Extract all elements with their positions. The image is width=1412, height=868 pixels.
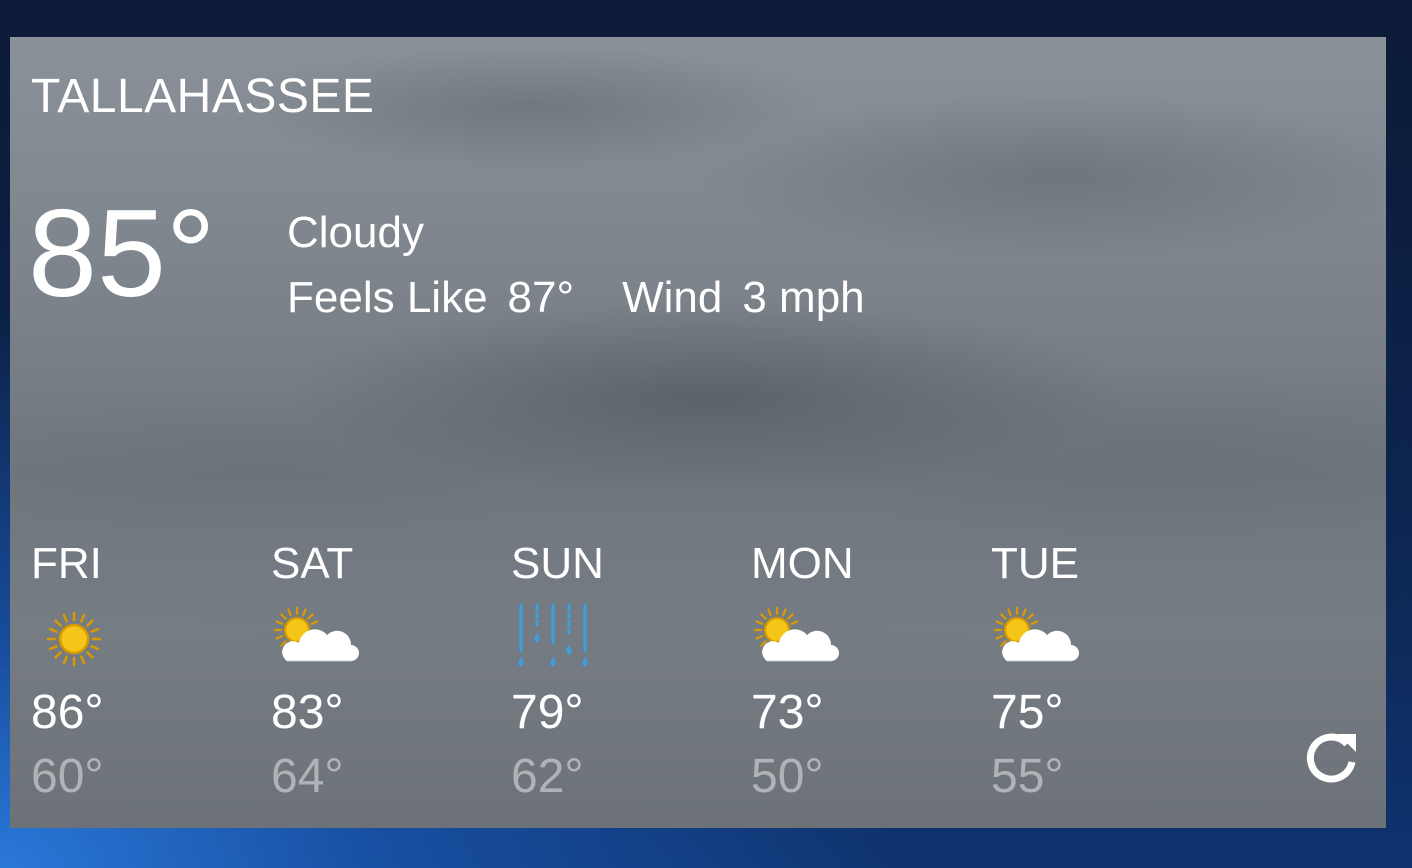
forecast-low: 62° <box>511 750 584 803</box>
partly-cloudy-icon <box>753 606 839 662</box>
weather-widget: TALLAHASSEE 85° Cloudy Feels Like 87° Wi… <box>10 37 1386 828</box>
refresh-icon[interactable] <box>1300 726 1362 788</box>
current-temperature: 85° <box>28 185 216 323</box>
sunny-icon <box>46 611 102 667</box>
forecast-day: MON 73° 50° <box>751 537 971 803</box>
forecast-low: 64° <box>271 750 344 803</box>
current-details: Feels Like 87° Wind 3 mph <box>287 271 865 325</box>
rain-icon <box>518 603 588 667</box>
current-condition: Cloudy <box>287 208 424 257</box>
partly-cloudy-icon <box>273 606 359 662</box>
feels-like-label: Feels Like <box>287 273 488 322</box>
forecast-high: 79° <box>511 686 584 739</box>
forecast-high: 83° <box>271 686 344 739</box>
forecast-day: FRI 86° 60° <box>31 537 251 803</box>
partly-cloudy-icon <box>993 606 1079 662</box>
forecast-low: 50° <box>751 750 824 803</box>
forecast-low: 55° <box>991 750 1064 803</box>
wind-value: 3 mph <box>742 273 865 322</box>
city-name: TALLAHASSEE <box>31 70 375 123</box>
forecast-day: TUE 75° 55° <box>991 537 1211 803</box>
forecast-day-name: SUN <box>511 539 604 588</box>
forecast-day-name: FRI <box>31 539 102 588</box>
forecast-low: 60° <box>31 750 104 803</box>
forecast-high: 86° <box>31 686 104 739</box>
forecast-high: 73° <box>751 686 824 739</box>
forecast-day: SAT 83° 64° <box>271 537 491 803</box>
wind-label: Wind <box>622 273 723 322</box>
feels-like-value: 87° <box>507 273 575 322</box>
forecast-day-name: TUE <box>991 539 1079 588</box>
forecast-high: 75° <box>991 686 1064 739</box>
forecast-day-name: MON <box>751 539 854 588</box>
forecast-day-name: SAT <box>271 539 354 588</box>
forecast-day: SUN 79° 62° <box>511 537 731 803</box>
